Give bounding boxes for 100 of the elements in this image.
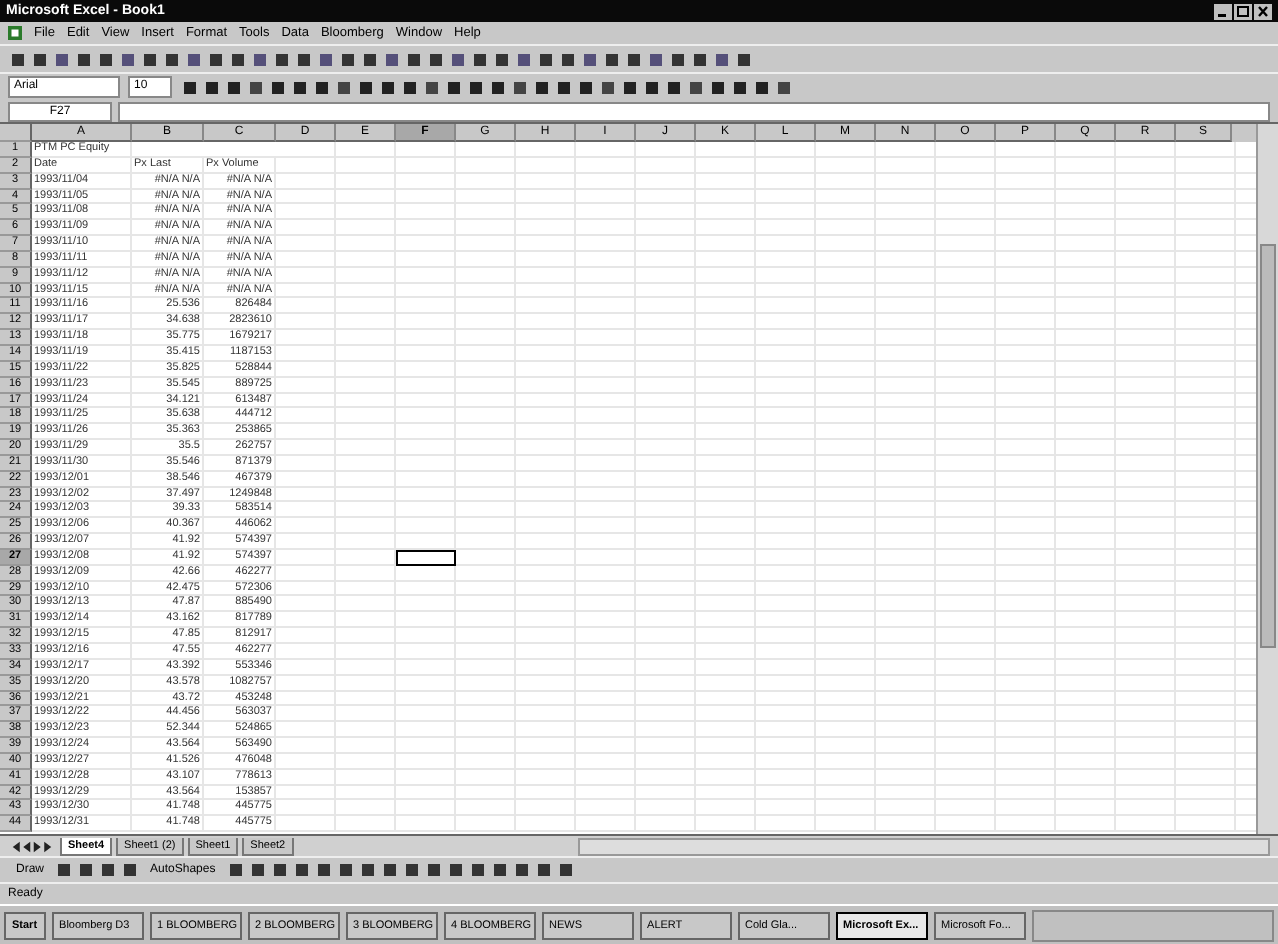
toolbar-button[interactable] xyxy=(98,860,119,880)
horizontal-scrollbar[interactable] xyxy=(577,837,1270,855)
toolbar-button[interactable] xyxy=(467,860,488,880)
close-icon[interactable] xyxy=(1254,3,1272,19)
square-icon xyxy=(406,51,422,67)
toolbar-button[interactable] xyxy=(356,77,376,97)
toolbar-button[interactable] xyxy=(624,49,644,69)
toolbar-button[interactable] xyxy=(357,860,378,880)
toolbar-button[interactable] xyxy=(554,77,574,97)
toolbar-button[interactable] xyxy=(316,49,336,69)
square-icon xyxy=(648,51,664,67)
toolbar-button[interactable] xyxy=(338,49,358,69)
minimize-icon[interactable] xyxy=(1214,3,1232,19)
toolbar-button[interactable] xyxy=(335,860,356,880)
toolbar-button[interactable] xyxy=(492,49,512,69)
toolbar-button[interactable] xyxy=(202,77,222,97)
toolbar-button[interactable] xyxy=(30,49,50,69)
toolbar-button[interactable] xyxy=(532,77,552,97)
toolbar-button[interactable] xyxy=(250,49,270,69)
toolbar-button[interactable] xyxy=(774,77,794,97)
toolbar-button[interactable] xyxy=(247,860,268,880)
toolbar-button[interactable] xyxy=(228,49,248,69)
toolbar-button[interactable] xyxy=(646,49,666,69)
toolbar-button[interactable] xyxy=(422,77,442,97)
square-icon xyxy=(271,862,288,878)
toolbar-button[interactable] xyxy=(8,49,28,69)
toolbar-button[interactable] xyxy=(686,77,706,97)
toolbar-button[interactable] xyxy=(120,860,141,880)
toolbar-button[interactable] xyxy=(602,49,622,69)
square-icon xyxy=(428,51,444,67)
formula-field[interactable] xyxy=(118,101,1270,121)
toolbar-button[interactable] xyxy=(580,49,600,69)
toolbar-button[interactable] xyxy=(555,860,576,880)
toolbar-button[interactable] xyxy=(378,77,398,97)
toolbar-button[interactable] xyxy=(690,49,710,69)
toolbar-button[interactable] xyxy=(272,49,292,69)
toolbar-button[interactable] xyxy=(312,77,332,97)
toolbar-button[interactable] xyxy=(246,77,266,97)
toolbar-button[interactable] xyxy=(558,49,578,69)
toolbar-button[interactable] xyxy=(730,77,750,97)
toolbar-button[interactable] xyxy=(379,860,400,880)
toolbar-button[interactable] xyxy=(510,77,530,97)
toolbar-button[interactable] xyxy=(752,77,772,97)
toolbar-button[interactable] xyxy=(514,49,534,69)
toolbar-button[interactable] xyxy=(708,77,728,97)
toolbar-button[interactable] xyxy=(206,49,226,69)
tab-navigation-icon[interactable] xyxy=(8,839,56,853)
toolbar-button[interactable] xyxy=(466,77,486,97)
toolbar-button[interactable] xyxy=(118,49,138,69)
toolbar-button[interactable] xyxy=(184,49,204,69)
toolbar-button[interactable] xyxy=(54,860,75,880)
toolbar-button[interactable] xyxy=(642,77,662,97)
toolbar-button[interactable] xyxy=(488,77,508,97)
toolbar-button[interactable] xyxy=(598,77,618,97)
toolbar-button[interactable] xyxy=(448,49,468,69)
select-all-corner[interactable] xyxy=(0,124,32,142)
square-icon xyxy=(226,79,242,95)
toolbar-button[interactable] xyxy=(313,860,334,880)
vertical-scrollbar[interactable] xyxy=(1256,124,1278,834)
toolbar-button[interactable] xyxy=(294,49,314,69)
toolbar-button[interactable] xyxy=(334,77,354,97)
toolbar-button[interactable] xyxy=(533,860,554,880)
toolbar-button[interactable] xyxy=(620,77,640,97)
toolbar-button[interactable] xyxy=(489,860,510,880)
square-icon xyxy=(362,51,378,67)
toolbar-button[interactable] xyxy=(444,77,464,97)
toolbar-button[interactable] xyxy=(426,49,446,69)
toolbar-button[interactable] xyxy=(225,860,246,880)
toolbar-button[interactable] xyxy=(52,49,72,69)
active-cell[interactable] xyxy=(396,549,456,566)
spreadsheet-icon[interactable] xyxy=(8,26,22,40)
toolbar-button[interactable] xyxy=(664,77,684,97)
toolbar-button[interactable] xyxy=(180,77,200,97)
toolbar-button[interactable] xyxy=(734,49,754,69)
toolbar-button[interactable] xyxy=(360,49,380,69)
toolbar-button[interactable] xyxy=(511,860,532,880)
toolbar-button[interactable] xyxy=(290,77,310,97)
toolbar-button[interactable] xyxy=(74,49,94,69)
toolbar-button[interactable] xyxy=(668,49,688,69)
toolbar-button[interactable] xyxy=(140,49,160,69)
toolbar-button[interactable] xyxy=(268,77,288,97)
toolbar-button[interactable] xyxy=(445,860,466,880)
toolbar-button[interactable] xyxy=(404,49,424,69)
toolbar-button[interactable] xyxy=(162,49,182,69)
square-icon xyxy=(402,79,418,95)
toolbar-button[interactable] xyxy=(712,49,732,69)
toolbar-button[interactable] xyxy=(224,77,244,97)
toolbar-button[interactable] xyxy=(423,860,444,880)
toolbar-button[interactable] xyxy=(401,860,422,880)
toolbar-button[interactable] xyxy=(536,49,556,69)
square-icon xyxy=(513,862,530,878)
maximize-icon[interactable] xyxy=(1234,3,1252,19)
toolbar-button[interactable] xyxy=(269,860,290,880)
toolbar-button[interactable] xyxy=(400,77,420,97)
toolbar-button[interactable] xyxy=(576,77,596,97)
toolbar-button[interactable] xyxy=(382,49,402,69)
toolbar-button[interactable] xyxy=(96,49,116,69)
toolbar-button[interactable] xyxy=(470,49,490,69)
toolbar-button[interactable] xyxy=(291,860,312,880)
toolbar-button[interactable] xyxy=(76,860,97,880)
